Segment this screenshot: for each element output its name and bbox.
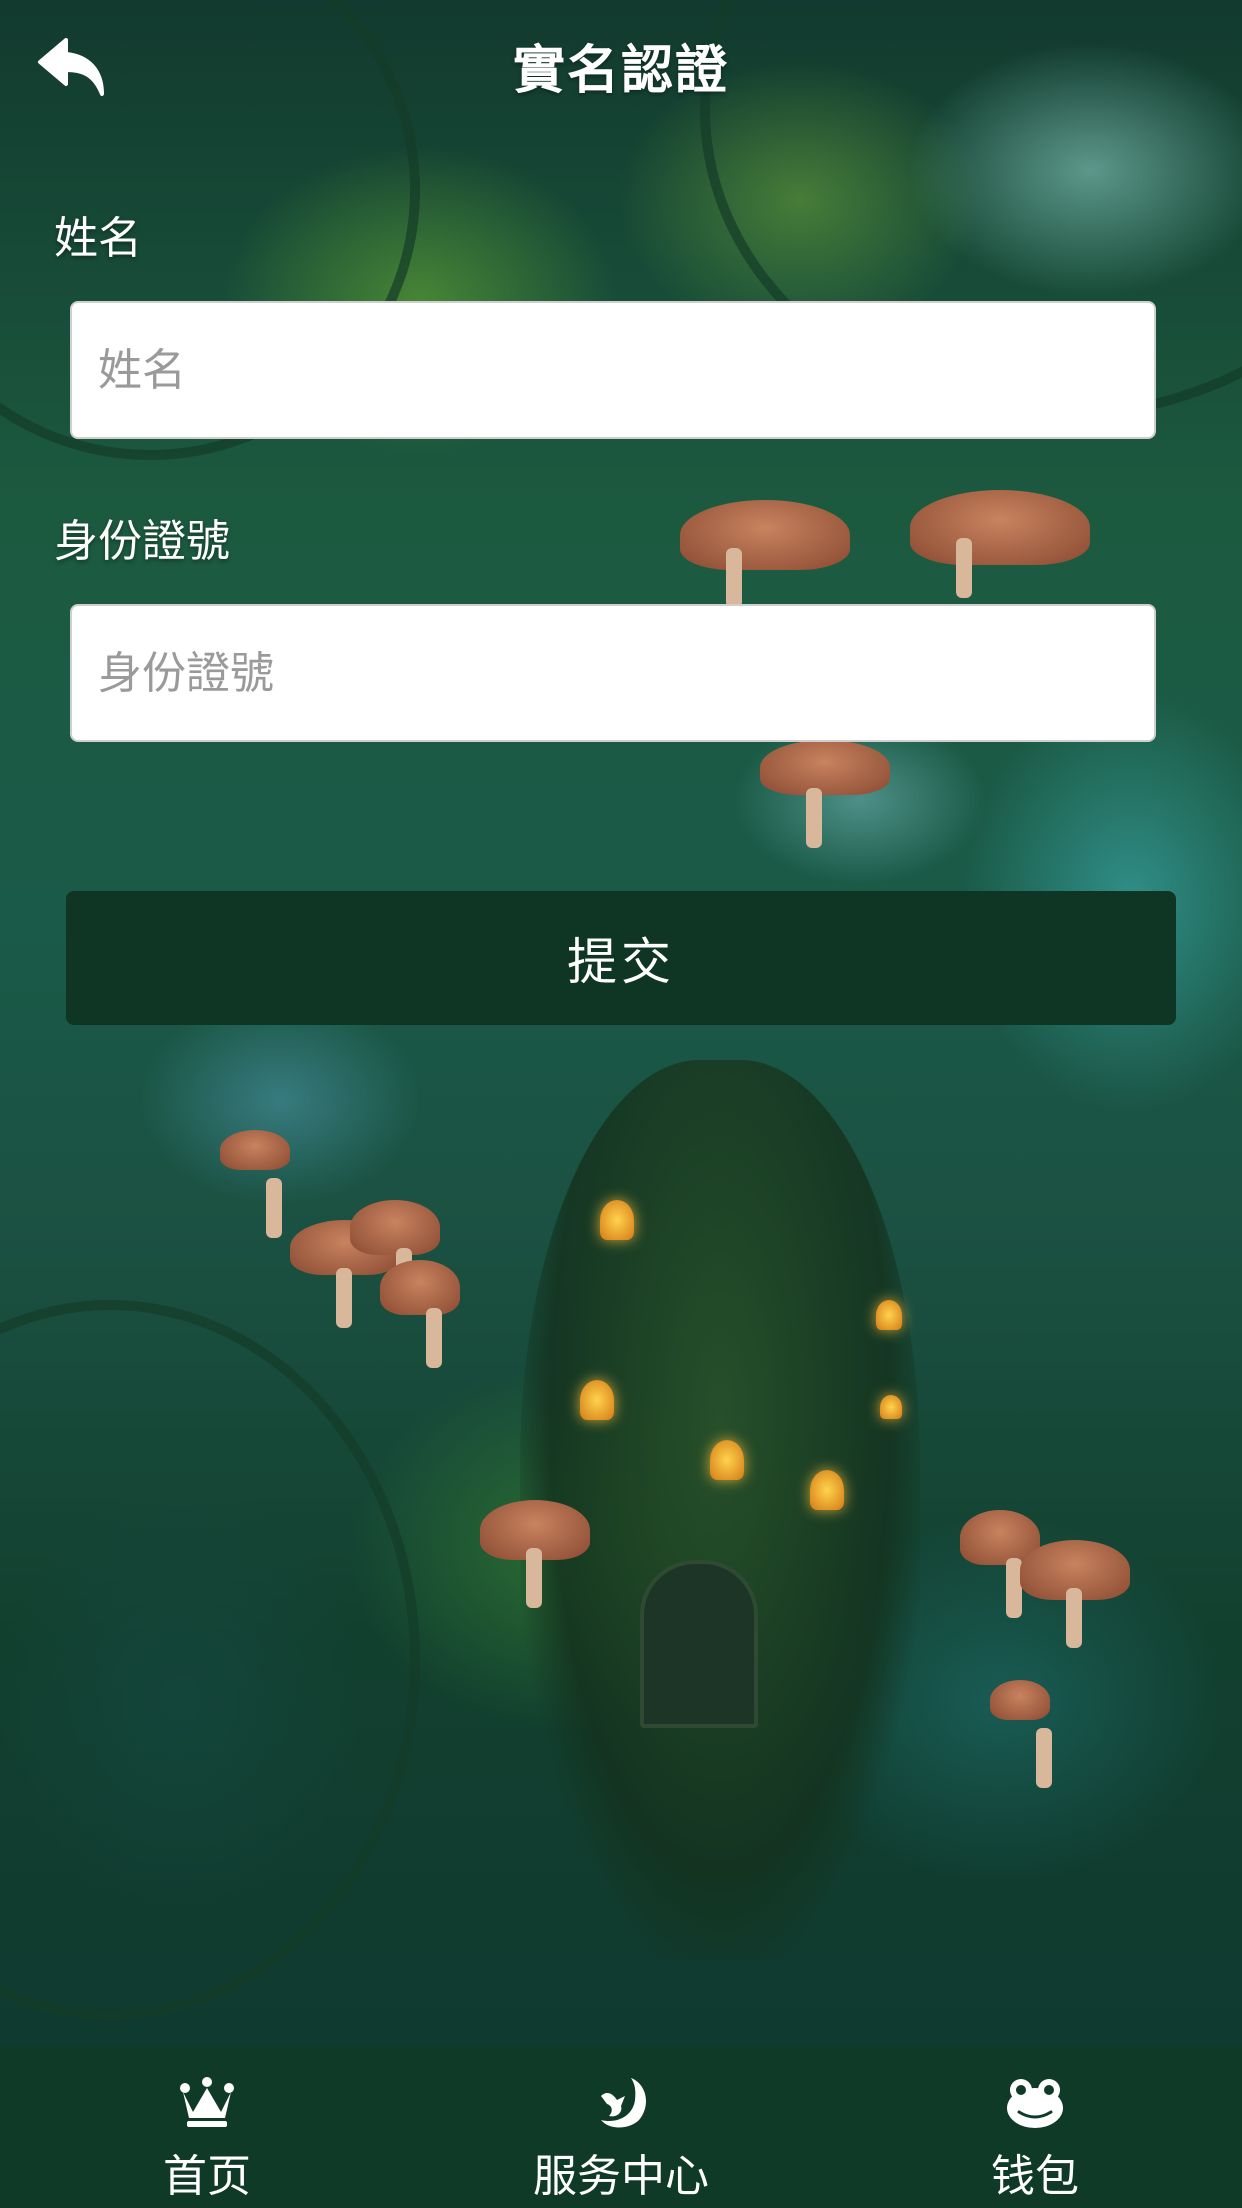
name-input[interactable]	[70, 301, 1156, 439]
tab-wallet-label: 钱包	[991, 2151, 1079, 2202]
tab-home-label: 首页	[163, 2151, 251, 2202]
bird-moon-icon	[601, 2078, 646, 2128]
id-number-label: 身份證號	[54, 516, 230, 567]
tab-wallet[interactable]: 钱包	[828, 2046, 1242, 2208]
frog-icon	[1007, 2079, 1063, 2128]
submit-button[interactable]: 提交	[66, 891, 1176, 1025]
top-header: 實名認證	[0, 0, 1242, 130]
tab-service-center-label: 服务中心	[533, 2151, 709, 2202]
crown-icon	[180, 2077, 234, 2127]
page-title: 實名認證	[512, 41, 729, 101]
id-number-input[interactable]	[70, 604, 1156, 742]
tab-home[interactable]: 首页	[0, 2046, 414, 2208]
tab-service-center[interactable]: 服务中心	[414, 2046, 828, 2208]
bottom-tab-bar: 首页 服务中心 钱包	[0, 2046, 1242, 2208]
name-label: 姓名	[54, 213, 142, 264]
